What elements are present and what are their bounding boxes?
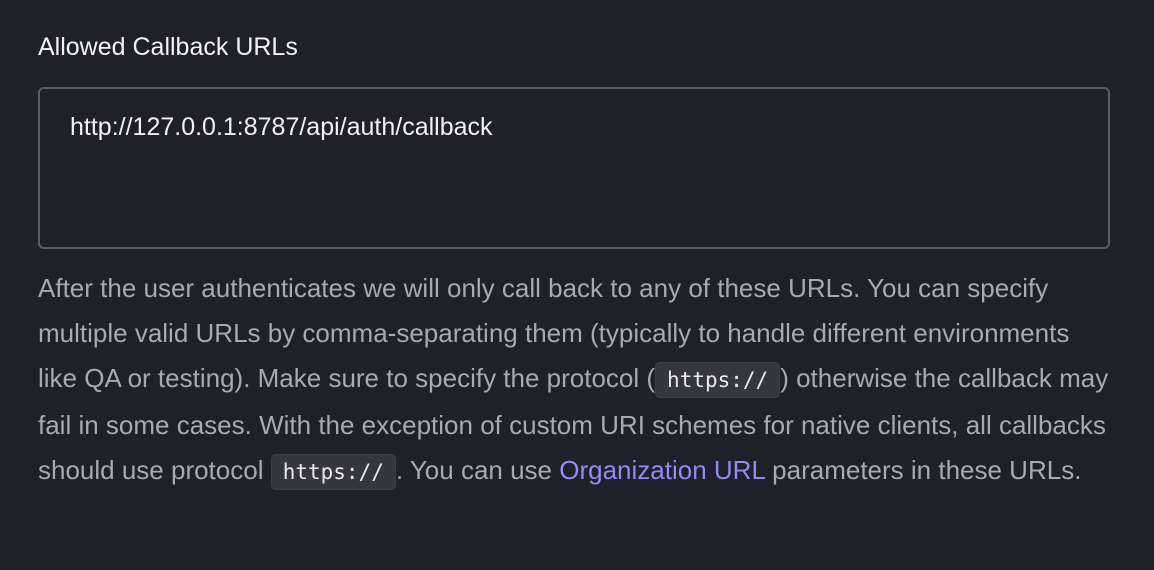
field-label: Allowed Callback URLs xyxy=(38,33,298,61)
callback-urls-textarea[interactable]: http://127.0.0.1:8787/api/auth/callback xyxy=(38,87,1110,249)
protocol-code-1: https:// xyxy=(655,362,781,398)
protocol-code-2: https:// xyxy=(270,454,396,490)
help-text-part-3: . You can use xyxy=(395,455,560,485)
help-text: After the user authenticates we will onl… xyxy=(38,266,1110,495)
organization-url-link[interactable]: Organization URL xyxy=(559,455,765,485)
help-text-part-4: parameters in these URLs. xyxy=(764,455,1082,485)
